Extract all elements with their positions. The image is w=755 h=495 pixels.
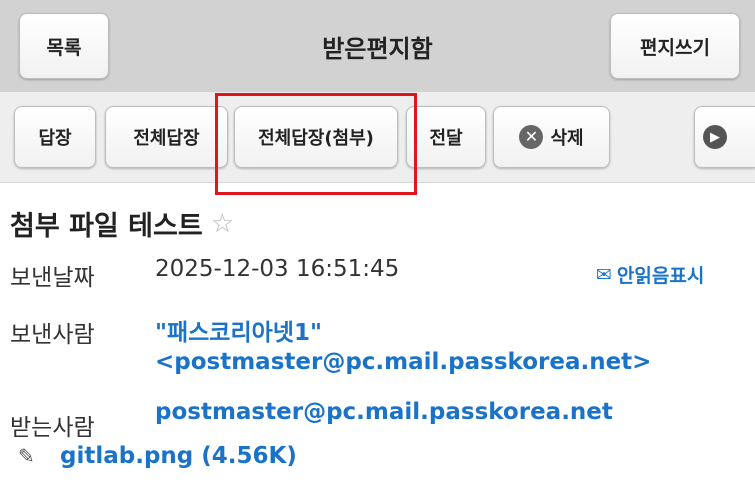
list-button[interactable]: 목록 bbox=[19, 13, 109, 79]
reply-button[interactable]: 답장 bbox=[14, 106, 96, 168]
sender-label: 보낸사람 bbox=[10, 322, 95, 348]
sender-name-link[interactable]: "패스코리아넷1" bbox=[155, 313, 322, 347]
recipient-link[interactable]: postmaster@pc.mail.passkorea.net bbox=[155, 399, 613, 425]
mark-unread-label: 안읽음표시 bbox=[616, 265, 705, 287]
more-actions-button[interactable]: ▶ bbox=[694, 106, 755, 168]
paperclip-icon: ✎ bbox=[18, 444, 35, 468]
attachment-name[interactable]: gitlab.png (4.56K) bbox=[60, 443, 297, 469]
message-subject: 첨부 파일 테스트 ☆ bbox=[10, 204, 234, 243]
attachment-item[interactable]: ✎ gitlab.png (4.56K) bbox=[18, 443, 297, 469]
delete-button[interactable]: ✕ 삭제 bbox=[493, 106, 610, 168]
page-title: 받은편지함 bbox=[322, 34, 433, 63]
reply-all-button[interactable]: 전체답장 bbox=[105, 106, 228, 168]
date-label: 보낸날짜 bbox=[10, 265, 95, 291]
subject-text: 첨부 파일 테스트 bbox=[10, 211, 203, 242]
mark-unread-link[interactable]: ✉ 안읽음표시 bbox=[596, 261, 704, 288]
date-value: 2025-12-03 16:51:45 bbox=[155, 256, 400, 282]
star-outline-icon[interactable]: ☆ bbox=[211, 209, 234, 239]
delete-label: 삭제 bbox=[550, 128, 584, 149]
forward-button[interactable]: 전달 bbox=[406, 106, 486, 168]
chevron-right-circle-icon: ▶ bbox=[703, 125, 727, 149]
envelope-icon: ✉ bbox=[596, 263, 612, 286]
highlight-annotation bbox=[215, 93, 417, 195]
x-circle-icon: ✕ bbox=[519, 125, 544, 149]
recipient-label: 받는사람 bbox=[10, 415, 95, 441]
compose-button[interactable]: 편지쓰기 bbox=[610, 13, 740, 79]
sender-email-link[interactable]: <postmaster@pc.mail.passkorea.net> bbox=[155, 349, 651, 375]
